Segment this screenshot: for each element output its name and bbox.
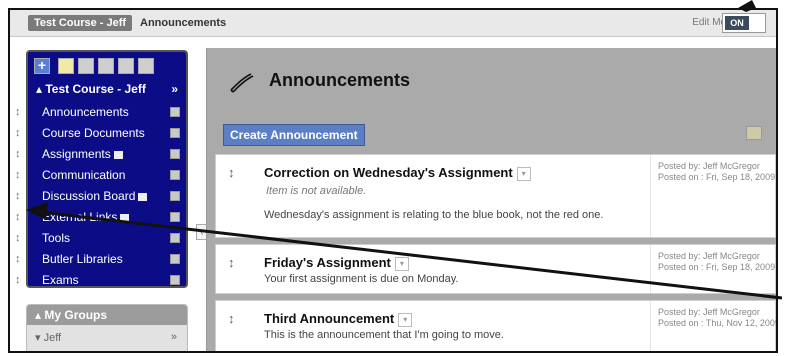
annotation-arrow-left <box>26 202 783 300</box>
annotation-arrows <box>26 0 783 300</box>
annotation-arrow-top <box>738 0 756 12</box>
